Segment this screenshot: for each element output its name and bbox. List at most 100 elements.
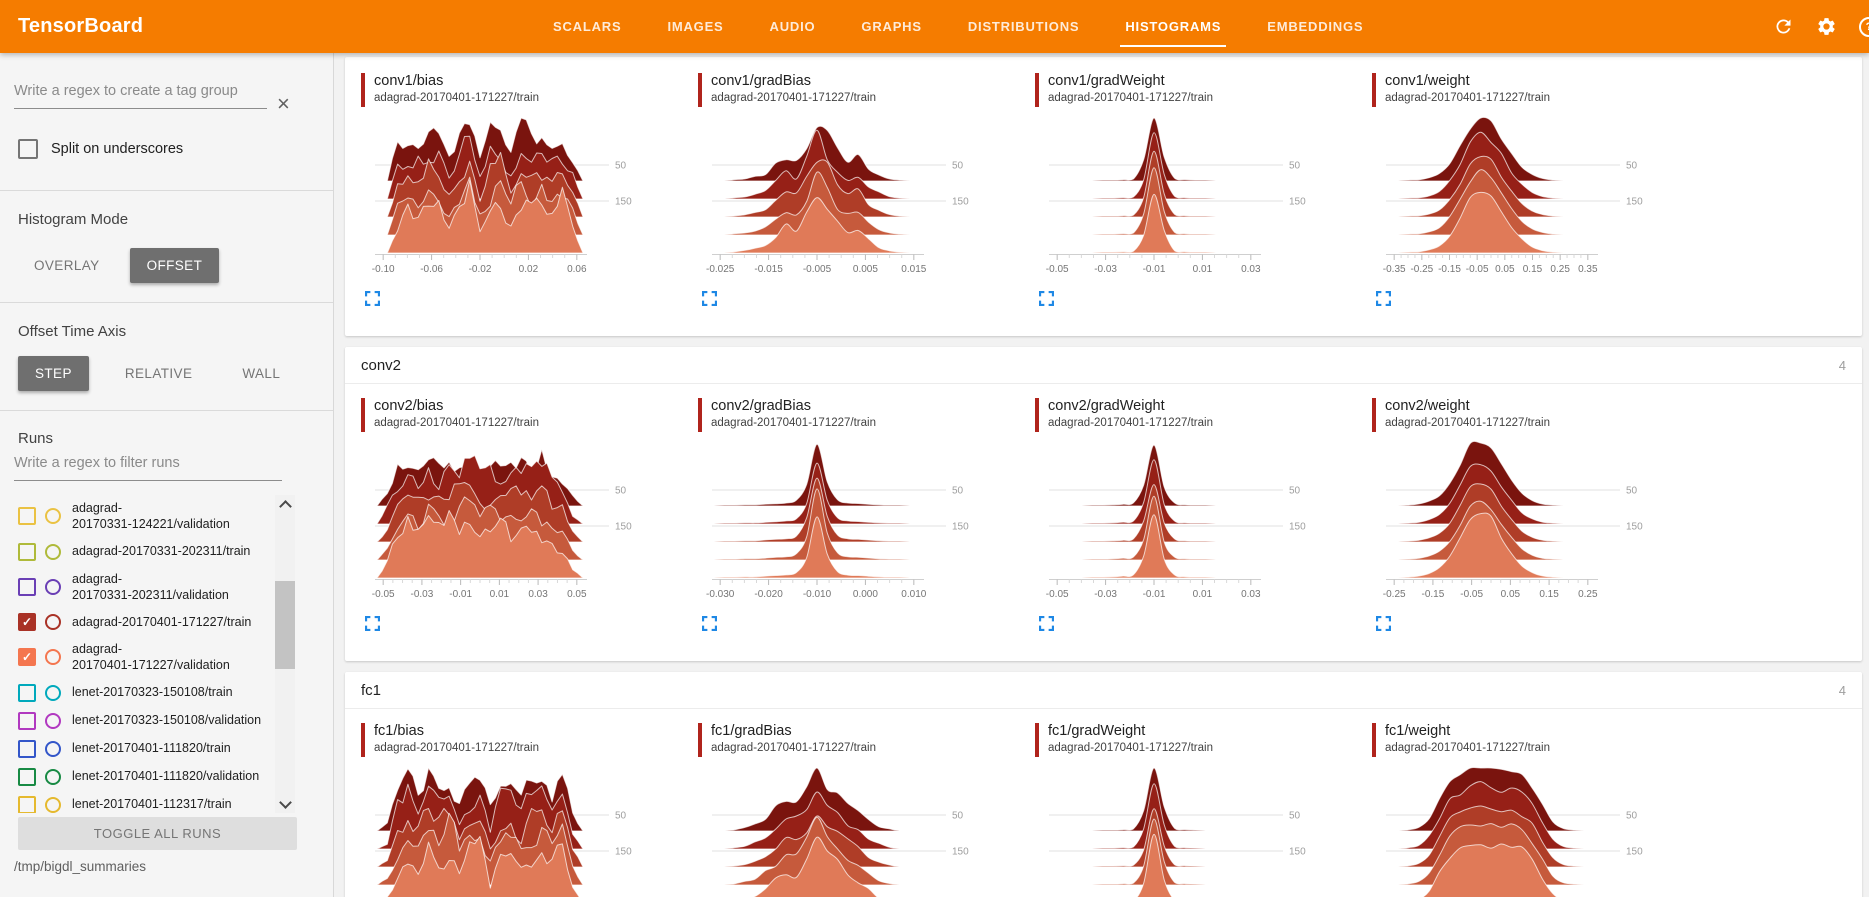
tab-scalars[interactable]: SCALARS [530,0,644,53]
svg-text:0.05: 0.05 [1501,589,1521,600]
offset-time-axis-step-button[interactable]: STEP [18,356,89,391]
svg-text:0.005: 0.005 [853,264,878,275]
histogram-card: fc1/weightadagrad-20170401-171227/train5… [1372,723,1709,897]
run-checkbox[interactable] [18,684,36,702]
svg-text:-0.010: -0.010 [803,589,832,600]
histogram-chart[interactable]: 50150-0.05-0.03-0.010.010.03 [1037,440,1337,608]
expand-chart-icon[interactable] [365,291,380,306]
tag-group-header[interactable]: fc14 [345,672,1862,709]
tab-distributions[interactable]: DISTRIBUTIONS [945,0,1103,53]
svg-text:-0.03: -0.03 [411,589,434,600]
histogram-chart[interactable]: 50150 [700,765,1000,897]
card-header: conv1/gradBiasadagrad-20170401-171227/tr… [698,73,1035,107]
chevron-up-icon [279,500,292,513]
histogram-chart[interactable]: 50150 [363,765,663,897]
histogram-chart[interactable]: 50150-0.05-0.03-0.010.010.030.05 [363,440,663,608]
run-checkbox[interactable] [18,768,36,786]
tab-bar: SCALARSIMAGESAUDIOGRAPHSDISTRIBUTIONSHIS… [530,0,1386,53]
split-on-underscores-checkbox[interactable]: Split on underscores [18,139,183,159]
scroll-up-icon[interactable] [275,495,295,513]
histogram-chart[interactable]: 50150 [1037,765,1337,897]
histogram-chart[interactable]: 50150-0.35-0.25-0.15-0.050.050.150.250.3… [1374,115,1674,283]
runs-scrollbar[interactable] [275,495,295,813]
histogram-chart[interactable]: 50150-0.25-0.15-0.050.050.150.25 [1374,440,1674,608]
histogram-chart[interactable]: 50150-0.10-0.06-0.020.020.06 [363,115,663,283]
refresh-icon[interactable] [1772,16,1794,38]
toggle-all-runs-button[interactable]: TOGGLE ALL RUNS [18,817,297,850]
run-row[interactable]: ✓adagrad- 20170401-171227/validation [0,636,274,679]
svg-text:-0.25: -0.25 [1410,264,1433,275]
tab-embeddings[interactable]: EMBEDDINGS [1244,0,1386,53]
card-header: conv1/weightadagrad-20170401-171227/trai… [1372,73,1709,107]
run-color-circle [45,769,61,785]
histogram-chart[interactable]: 50150-0.05-0.03-0.010.010.03 [1037,115,1337,283]
svg-text:-0.01: -0.01 [449,589,472,600]
run-row[interactable]: lenet-20170401-111820/train [0,735,274,763]
histogram-card: conv2/biasadagrad-20170401-171227/train5… [361,398,698,631]
run-checkbox[interactable] [18,507,36,525]
chart-title: conv2/gradWeight [1048,398,1213,414]
help-icon[interactable]: ? [1858,16,1869,38]
expand-chart-icon[interactable] [1039,291,1054,306]
tag-group-header[interactable]: conv24 [345,347,1862,384]
run-label: lenet-20170401-111820/validation [72,768,259,784]
histogram-mode-offset-button[interactable]: OFFSET [130,248,220,283]
run-checkbox[interactable] [18,578,36,596]
offset-time-axis-relative-button[interactable]: RELATIVE [111,356,206,391]
run-row[interactable]: lenet-20170401-112317/train [0,791,274,814]
histogram-chart[interactable]: 50150-0.025-0.015-0.0050.0050.015 [700,115,1000,283]
card-title-block: conv2/weightadagrad-20170401-171227/trai… [1385,398,1550,432]
histogram-chart[interactable]: 50150 [1374,765,1674,897]
card-header: fc1/biasadagrad-20170401-171227/train [361,723,698,757]
expand-chart-icon[interactable] [1376,616,1391,631]
histogram-mode-overlay-button[interactable]: OVERLAY [20,248,114,283]
run-label: adagrad-20170401-171227/train [72,614,251,630]
clear-tag-filter-icon[interactable]: × [277,93,290,115]
svg-text:150: 150 [1626,197,1643,208]
chart-run-name: adagrad-20170401-171227/train [711,742,876,754]
run-row[interactable]: adagrad-20170331-202311/train [0,538,274,566]
tab-images[interactable]: IMAGES [644,0,746,53]
run-checkbox[interactable] [18,740,36,758]
scrollbar-thumb[interactable] [275,581,295,669]
histogram-card: conv2/weightadagrad-20170401-171227/trai… [1372,398,1709,631]
run-row[interactable]: lenet-20170401-111820/validation [0,763,274,791]
expand-chart-icon[interactable] [1376,291,1391,306]
run-row[interactable]: adagrad- 20170331-124221/validation [0,495,274,538]
run-checkbox[interactable]: ✓ [18,613,36,631]
chart-title: conv2/bias [374,398,539,414]
run-checkbox[interactable]: ✓ [18,648,36,666]
svg-text:50: 50 [1289,486,1301,497]
expand-chart-icon[interactable] [1039,616,1054,631]
svg-text:0.03: 0.03 [1241,264,1261,275]
run-row[interactable]: adagrad- 20170331-202311/validation [0,566,274,609]
run-checkbox[interactable] [18,796,36,814]
scroll-down-icon[interactable] [275,795,295,813]
run-checkbox[interactable] [18,712,36,730]
settings-icon[interactable] [1815,16,1837,38]
svg-text:-0.01: -0.01 [1143,589,1166,600]
series-color-bar [361,723,365,757]
run-color-circle [45,649,61,665]
tag-filter-input[interactable]: Write a regex to create a tag group [14,83,267,109]
expand-chart-icon[interactable] [702,616,717,631]
group-name: fc1 [361,682,1839,699]
svg-text:0.25: 0.25 [1578,589,1598,600]
run-checkbox[interactable] [18,543,36,561]
tab-histograms[interactable]: HISTOGRAMS [1102,0,1244,53]
tab-graphs[interactable]: GRAPHS [838,0,944,53]
run-row[interactable]: lenet-20170323-150108/train [0,679,274,707]
run-row[interactable]: lenet-20170323-150108/validation [0,707,274,735]
run-label: lenet-20170323-150108/train [72,684,233,700]
expand-chart-icon[interactable] [702,291,717,306]
toolbar-icons: ? [1772,0,1869,53]
svg-text:150: 150 [1626,847,1643,858]
histogram-chart[interactable]: 50150-0.030-0.020-0.0100.0000.010 [700,440,1000,608]
offset-time-axis-wall-button[interactable]: WALL [228,356,294,391]
svg-text:150: 150 [952,197,969,208]
expand-chart-icon[interactable] [365,616,380,631]
run-filter-input[interactable]: Write a regex to filter runs [14,455,282,481]
run-row[interactable]: ✓ adagrad-20170401-171227/train [0,608,274,636]
histogram-cards-row: conv1/biasadagrad-20170401-171227/train5… [345,57,1862,336]
tab-audio[interactable]: AUDIO [747,0,839,53]
